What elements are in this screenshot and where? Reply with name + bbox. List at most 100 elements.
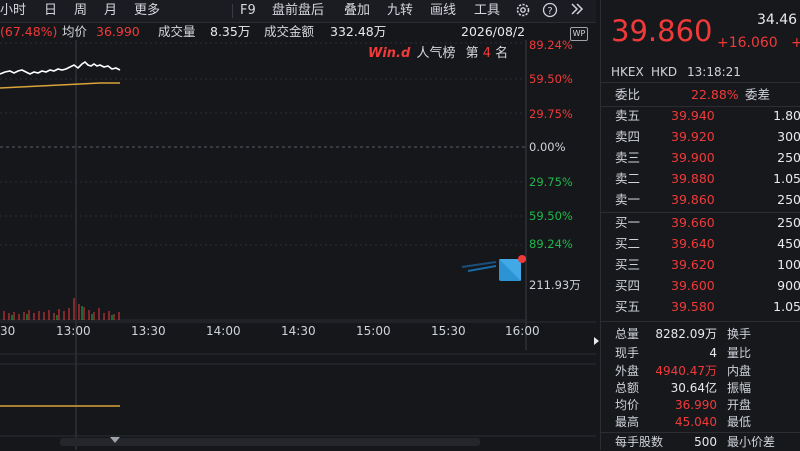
ask-label: 卖四 [615, 129, 641, 144]
exchange-label: HKEX [611, 65, 644, 79]
bid-label: 买三 [615, 257, 641, 272]
divider [601, 432, 800, 433]
bid-volume: 250 [777, 215, 800, 230]
bid-volume: 1.05 [773, 299, 800, 314]
ask-volume: 1.80 [773, 108, 800, 123]
volume-bars [3, 298, 120, 320]
pre-post-market-button[interactable]: 盘前盘后 [272, 3, 324, 19]
ask-price: 39.940 [671, 108, 715, 123]
draw-line-button[interactable]: 画线 [430, 3, 456, 19]
period-day-button[interactable]: 日 [44, 3, 57, 19]
axis-label-bottom: 89.24% [529, 237, 573, 251]
stat-value: 30.64亿 [670, 381, 717, 395]
time-label: 16:00 [505, 324, 540, 338]
bid-price: 39.640 [671, 236, 715, 251]
tools-button[interactable]: 工具 [474, 3, 500, 19]
stat-row: 总额 30.64亿 振幅 [615, 380, 800, 397]
ask-label: 卖二 [615, 171, 641, 186]
bid-row[interactable]: 买三 39.620 100 [615, 255, 800, 275]
stat-row: 总量 8282.09万 换手 [615, 326, 800, 343]
ask-row[interactable]: 卖一 39.860 250 [615, 190, 800, 210]
ask-row[interactable]: 卖三 39.900 250 [615, 148, 800, 168]
td-sequential-button[interactable]: 九转 [387, 3, 413, 19]
avg-price-line [0, 82, 120, 89]
bid-volume: 100 [777, 257, 800, 272]
bid-row[interactable]: 买四 39.600 900 [615, 276, 800, 296]
bid-row[interactable]: 买五 39.580 1.05 [615, 297, 800, 317]
ask-price: 39.880 [671, 171, 715, 186]
quote-panel: 39.860 34.46 +16.060 + HKEX HKD 13:18:21… [600, 0, 800, 450]
bid-label: 买四 [615, 278, 641, 293]
stat-label: 开盘 [727, 398, 752, 412]
date-label: 2026/08/2 [461, 24, 526, 39]
stat-label: 最低 [727, 415, 752, 429]
bid-label: 买一 [615, 215, 641, 230]
intraday-chart[interactable]: 89.24% 59.50% 29.75% 0.00% 29.75% 59.50%… [0, 27, 596, 450]
ask-volume: 250 [777, 150, 800, 165]
time-label: 15:30 [431, 324, 466, 338]
stat-label: 换手 [727, 327, 752, 341]
amount-label: 成交金额 [264, 24, 315, 39]
notification-dot [518, 255, 526, 263]
quote-time: 13:18:21 [687, 65, 741, 79]
ask-volume: 300 [777, 129, 800, 144]
currency-label: HKD [651, 65, 678, 79]
bid-volume: 450 [777, 236, 800, 251]
stat-label: 总量 [615, 327, 640, 341]
ask-row[interactable]: 卖五 39.940 1.80 [615, 106, 800, 126]
bid-price: 39.600 [671, 278, 715, 293]
bid-row[interactable]: 买二 39.640 450 [615, 234, 800, 254]
axis-label: 29.75% [529, 175, 573, 189]
price-line [0, 60, 121, 75]
avg-price-value: 36.990 [96, 24, 140, 39]
stat-row: 均价 36.990 开盘 [615, 397, 800, 414]
ask-price: 39.900 [671, 150, 715, 165]
double-chevron-right-icon[interactable] [568, 2, 586, 20]
stat-value: 45.040 [675, 415, 717, 429]
gear-icon[interactable] [514, 2, 532, 20]
axis-label: 59.50% [529, 209, 573, 223]
panel-toggle-icon[interactable] [593, 336, 600, 346]
period-hour-button[interactable]: 小时 [0, 3, 26, 19]
axis-label: 29.75% [529, 107, 573, 121]
overlay-button[interactable]: 叠加 [344, 3, 370, 19]
ask-row[interactable]: 卖四 39.920 300 [615, 127, 800, 147]
chart-scrollbar [60, 438, 480, 446]
ask-volume: 250 [777, 192, 800, 207]
svg-text:?: ? [547, 6, 552, 17]
order-ratio-value: 22.88% [691, 87, 739, 102]
stat-row: 每手股数 500 最小价差 [615, 434, 800, 451]
chart-canvas [0, 40, 596, 450]
bid-row[interactable]: 买一 39.660 250 [615, 213, 800, 233]
wp-badge[interactable]: WP [570, 27, 588, 41]
stat-label: 振幅 [727, 381, 752, 395]
popularity-rank[interactable]: Win.d 人气榜 第 4 名 [368, 46, 508, 62]
f9-button[interactable]: F9 [240, 3, 256, 19]
stat-row: 现手 4 量比 [615, 345, 800, 362]
axis-label-top: 89.24% [529, 38, 573, 52]
bid-volume: 900 [777, 278, 800, 293]
divider [601, 82, 800, 83]
stat-value: 4 [709, 346, 717, 360]
time-label: 14:30 [281, 324, 316, 338]
more-periods-button[interactable]: 更多 [134, 3, 160, 19]
toolbar-divider [232, 4, 233, 18]
last-price: 39.860 [611, 14, 713, 48]
change-partial: + [791, 35, 800, 51]
help-icon[interactable]: ? [541, 2, 559, 20]
volume-axis-label: 211.93万 [529, 278, 581, 292]
ask-label: 卖一 [615, 192, 641, 207]
stat-row: 最高 45.040 最低 [615, 414, 800, 431]
wind-logo: Win.d [368, 46, 411, 61]
time-label: 30 [0, 324, 16, 338]
period-week-button[interactable]: 周 [74, 3, 87, 19]
axis-label-zero: 0.00% [529, 140, 566, 154]
bid-price: 39.660 [671, 215, 715, 230]
rank-prefix: 第 [465, 46, 479, 61]
bid-price: 39.580 [671, 299, 715, 314]
stat-label: 均价 [615, 398, 640, 412]
period-month-button[interactable]: 月 [104, 3, 117, 19]
stat-label: 最高 [615, 415, 640, 429]
ask-row[interactable]: 卖二 39.880 1.05 [615, 169, 800, 189]
price-change: +16.060 [717, 35, 778, 51]
